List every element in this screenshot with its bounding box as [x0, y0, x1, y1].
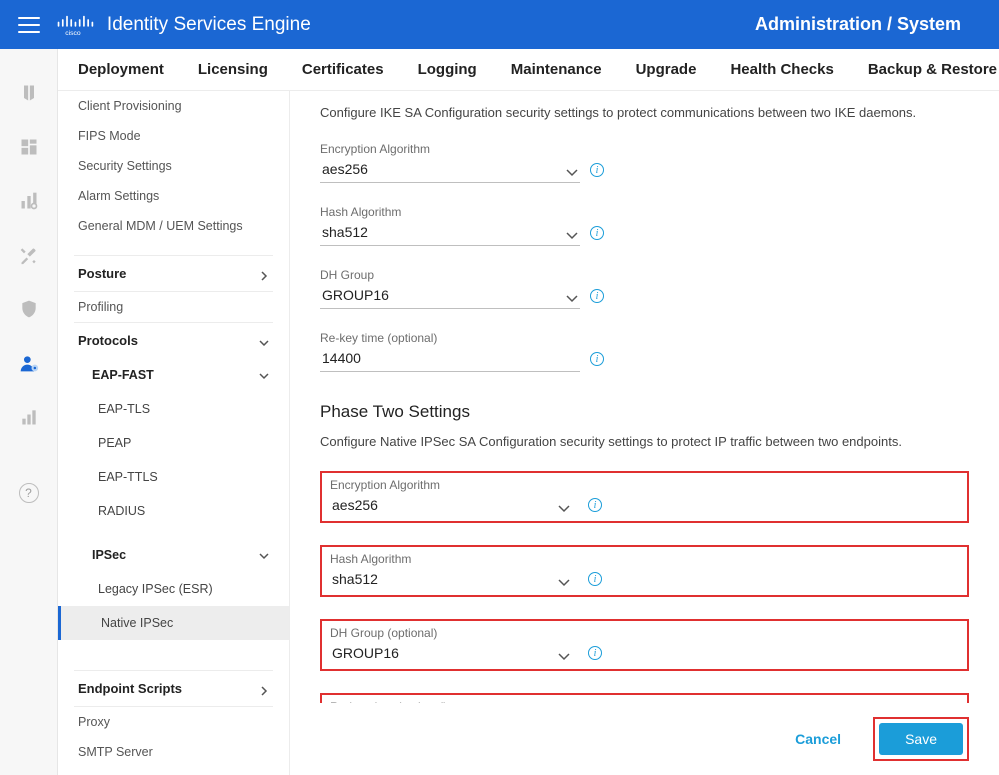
form-panel: Configure IKE SA Configuration security …	[290, 91, 999, 775]
field-value: sha512	[332, 571, 558, 587]
tab-upgrade[interactable]: Upgrade	[636, 61, 697, 78]
sidebar-item-legacy-ipsec[interactable]: Legacy IPSec (ESR)	[58, 572, 289, 606]
sidebar-item-security-settings[interactable]: Security Settings	[58, 151, 289, 181]
top-tabs: Deployment Licensing Certificates Loggin…	[58, 49, 999, 91]
rail-graph-icon[interactable]	[17, 189, 41, 213]
p2-dh-group-field[interactable]: DH Group (optional) GROUP16 i	[330, 626, 572, 666]
p2-hash-field[interactable]: Hash Algorithm sha512 i	[330, 552, 572, 592]
sidebar-item-radius[interactable]: RADIUS	[58, 494, 289, 528]
tab-logging[interactable]: Logging	[418, 61, 477, 78]
sidebar-item-profiling[interactable]: Profiling	[58, 292, 289, 322]
field-label: DH Group	[320, 268, 580, 282]
info-icon[interactable]: i	[590, 289, 604, 303]
chevron-down-icon	[558, 575, 570, 583]
field-label: Re-key time (optional)	[320, 331, 580, 345]
save-button[interactable]: Save	[879, 723, 963, 755]
sidebar-item-eap-ttls[interactable]: EAP-TTLS	[58, 460, 289, 494]
sidebar-item-posture[interactable]: Posture	[58, 256, 289, 291]
tab-certificates[interactable]: Certificates	[302, 61, 384, 78]
field-label: Hash Algorithm	[330, 552, 572, 566]
sidebar-item-endpoint-scripts[interactable]: Endpoint Scripts	[58, 671, 289, 706]
rail-bookmark-icon[interactable]	[17, 81, 41, 105]
info-icon[interactable]: i	[588, 498, 602, 512]
sidebar-item-label: EAP-FAST	[92, 368, 154, 382]
field-label: Encryption Algorithm	[320, 142, 580, 156]
info-icon[interactable]: i	[588, 572, 602, 586]
sidebar-item-smtp-server[interactable]: SMTP Server	[58, 737, 289, 767]
sidebar-item-label: Endpoint Scripts	[78, 681, 182, 696]
sidebar-item-ipsec[interactable]: IPSec	[58, 538, 289, 572]
chevron-down-icon	[558, 501, 570, 509]
sidebar-item-label: Protocols	[78, 333, 138, 348]
app-title: Identity Services Engine	[107, 14, 311, 36]
info-icon[interactable]: i	[590, 226, 604, 240]
sidebar-item-label: IPSec	[92, 548, 126, 562]
sidebar-item-native-ipsec[interactable]: Native IPSec	[58, 606, 289, 640]
form-footer: Cancel Save	[290, 703, 999, 775]
sidebar-item-alarm-settings[interactable]: Alarm Settings	[58, 181, 289, 211]
field-label: Encryption Algorithm	[330, 478, 572, 492]
icon-rail: ?	[0, 49, 58, 775]
sidebar-item-client-provisioning[interactable]: Client Provisioning	[58, 91, 289, 121]
tab-deployment[interactable]: Deployment	[78, 61, 164, 78]
highlight-box: Hash Algorithm sha512 i	[320, 545, 969, 597]
settings-sidebar: Client Provisioning FIPS Mode Security S…	[58, 91, 290, 775]
tab-health-checks[interactable]: Health Checks	[730, 61, 833, 78]
highlight-box: Save	[873, 717, 969, 761]
tab-maintenance[interactable]: Maintenance	[511, 61, 602, 78]
sidebar-item-protocols[interactable]: Protocols	[58, 323, 289, 358]
rail-tools-icon[interactable]	[17, 243, 41, 267]
info-icon[interactable]: i	[588, 646, 602, 660]
svg-text:cisco: cisco	[65, 30, 81, 36]
top-bar: cisco Identity Services Engine Administr…	[0, 0, 999, 49]
chevron-right-icon	[259, 269, 269, 279]
highlight-box: DH Group (optional) GROUP16 i	[320, 619, 969, 671]
rail-admin-icon[interactable]	[17, 351, 41, 375]
info-icon[interactable]: i	[590, 163, 604, 177]
field-label: Hash Algorithm	[320, 205, 580, 219]
sidebar-item-general-mdm[interactable]: General MDM / UEM Settings	[58, 211, 289, 241]
chevron-down-icon	[566, 291, 578, 299]
rail-reports-icon[interactable]	[17, 405, 41, 429]
field-value: sha512	[322, 224, 566, 240]
cancel-button[interactable]: Cancel	[781, 723, 855, 755]
tab-licensing[interactable]: Licensing	[198, 61, 268, 78]
field-value: 14400	[322, 350, 578, 366]
phase2-description: Configure Native IPSec SA Configuration …	[320, 434, 969, 449]
chevron-down-icon	[259, 336, 269, 346]
sidebar-item-label: Posture	[78, 266, 126, 281]
phase1-description: Configure IKE SA Configuration security …	[320, 105, 969, 120]
chevron-down-icon	[259, 550, 269, 560]
cisco-logo: cisco	[56, 14, 95, 36]
p1-dh-group-field[interactable]: DH Group GROUP16 i	[320, 268, 580, 309]
rail-shield-icon[interactable]	[17, 297, 41, 321]
sidebar-item-proxy[interactable]: Proxy	[58, 707, 289, 737]
tab-backup-restore[interactable]: Backup & Restore	[868, 61, 997, 78]
breadcrumb: Administration / System	[755, 14, 961, 35]
sidebar-item-eap-tls[interactable]: EAP-TLS	[58, 392, 289, 426]
p1-rekey-field[interactable]: Re-key time (optional) 14400 i	[320, 331, 580, 372]
field-value: GROUP16	[332, 645, 558, 661]
phase2-title: Phase Two Settings	[320, 402, 969, 422]
highlight-box: Encryption Algorithm aes256 i	[320, 471, 969, 523]
p1-encryption-field[interactable]: Encryption Algorithm aes256 i	[320, 142, 580, 183]
p2-encryption-field[interactable]: Encryption Algorithm aes256 i	[330, 478, 572, 518]
rail-dashboard-icon[interactable]	[17, 135, 41, 159]
chevron-down-icon	[558, 649, 570, 657]
chevron-down-icon	[566, 165, 578, 173]
rail-help-icon[interactable]: ?	[19, 483, 39, 503]
field-label: DH Group (optional)	[330, 626, 572, 640]
chevron-down-icon	[259, 370, 269, 380]
p1-hash-field[interactable]: Hash Algorithm sha512 i	[320, 205, 580, 246]
sidebar-item-peap[interactable]: PEAP	[58, 426, 289, 460]
field-value: aes256	[332, 497, 558, 513]
sidebar-item-fips-mode[interactable]: FIPS Mode	[58, 121, 289, 151]
field-value: GROUP16	[322, 287, 566, 303]
sidebar-item-eap-fast[interactable]: EAP-FAST	[58, 358, 289, 392]
hamburger-icon[interactable]	[18, 17, 40, 33]
chevron-right-icon	[259, 684, 269, 694]
info-icon[interactable]: i	[590, 352, 604, 366]
chevron-down-icon	[566, 228, 578, 236]
field-value: aes256	[322, 161, 566, 177]
